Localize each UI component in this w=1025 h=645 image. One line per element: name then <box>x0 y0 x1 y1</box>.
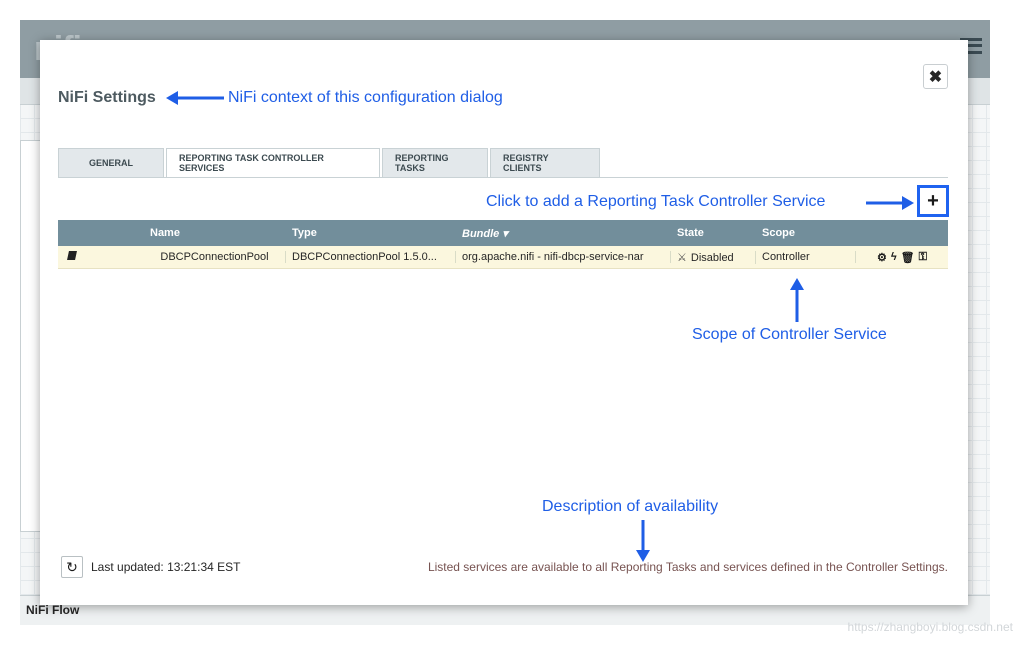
plus-icon: + <box>927 190 939 212</box>
add-controller-service-button[interactable]: + <box>917 185 949 217</box>
availability-annotation: Description of availability <box>542 498 719 515</box>
usage-book-icon-cell[interactable] <box>58 251 144 263</box>
tab-general[interactable]: GENERAL <box>58 148 164 177</box>
tab-reporting-task-controller-services[interactable]: REPORTING TASK CONTROLLER SERVICES <box>166 148 380 178</box>
last-updated-time: 13:21:34 EST <box>167 560 241 574</box>
tab-reporting-tasks[interactable]: REPORTING TASKS <box>382 148 488 177</box>
scope-arrow <box>790 278 804 322</box>
dialog-title: NiFi Settings <box>58 89 156 106</box>
column-header-scope[interactable]: Scope <box>756 227 856 239</box>
refresh-icon: ↻ <box>66 558 78 575</box>
column-header-bundle-label: Bundle <box>462 227 500 240</box>
tab-divider <box>58 177 948 178</box>
add-arrow <box>866 196 914 210</box>
disabled-icon: ⚔ <box>677 251 687 264</box>
availability-note: Listed services are available to all Rep… <box>427 560 948 574</box>
last-updated-label: Last updated: <box>91 560 164 574</box>
controller-services-table: Name Type Bundle ▾ State Scope DBCPConne… <box>58 220 948 269</box>
scope-annotation: Scope of Controller Service <box>692 326 887 343</box>
last-updated: Last updated: 13:21:34 EST <box>91 560 240 574</box>
title-arrow <box>166 91 224 105</box>
refresh-button[interactable]: ↻ <box>61 556 83 578</box>
column-header-state[interactable]: State <box>671 227 756 239</box>
service-name: DBCPConnectionPool <box>144 251 286 263</box>
trash-icon[interactable]: 🗑 <box>901 251 915 264</box>
service-state: ⚔ Disabled <box>671 250 756 264</box>
service-scope: Controller <box>756 251 856 263</box>
tab-registry-clients[interactable]: REGISTRY CLIENTS <box>490 148 600 177</box>
breadcrumb-root[interactable]: NiFi Flow <box>26 603 79 617</box>
service-type: DBCPConnectionPool 1.5.0... <box>286 251 456 263</box>
close-icon: ✖ <box>928 68 943 86</box>
table-row[interactable]: DBCPConnectionPool DBCPConnectionPool 1.… <box>58 246 948 269</box>
sort-desc-icon: ▾ <box>502 227 508 240</box>
settings-tabs: GENERAL REPORTING TASK CONTROLLER SERVIC… <box>58 148 602 178</box>
table-header: Name Type Bundle ▾ State Scope <box>58 220 948 246</box>
add-annotation: Click to add a Reporting Task Controller… <box>486 193 826 210</box>
book-icon <box>67 251 77 260</box>
service-bundle: org.apache.nifi - nifi-dbcp-service-nar <box>456 251 671 263</box>
column-header-bundle[interactable]: Bundle ▾ <box>456 227 671 240</box>
column-header-type[interactable]: Type <box>286 227 456 239</box>
key-icon[interactable]: ⚿ <box>919 251 927 264</box>
title-annotation: NiFi context of this configuration dialo… <box>228 89 503 106</box>
row-actions: ⚙ ϟ 🗑 ⚿ <box>856 251 948 264</box>
nifi-settings-dialog: NiFi Settings ✖ GENERAL REPORTING TASK C… <box>40 40 968 605</box>
service-state-label: Disabled <box>690 251 734 264</box>
column-header-name[interactable]: Name <box>144 227 286 239</box>
lightning-icon[interactable]: ϟ <box>891 251 897 264</box>
close-button[interactable]: ✖ <box>923 64 948 89</box>
gear-icon[interactable]: ⚙ <box>877 251 887 264</box>
availability-arrow <box>636 520 650 562</box>
watermark-text: https://zhangboyi.blog.csdn.net <box>847 620 1013 634</box>
